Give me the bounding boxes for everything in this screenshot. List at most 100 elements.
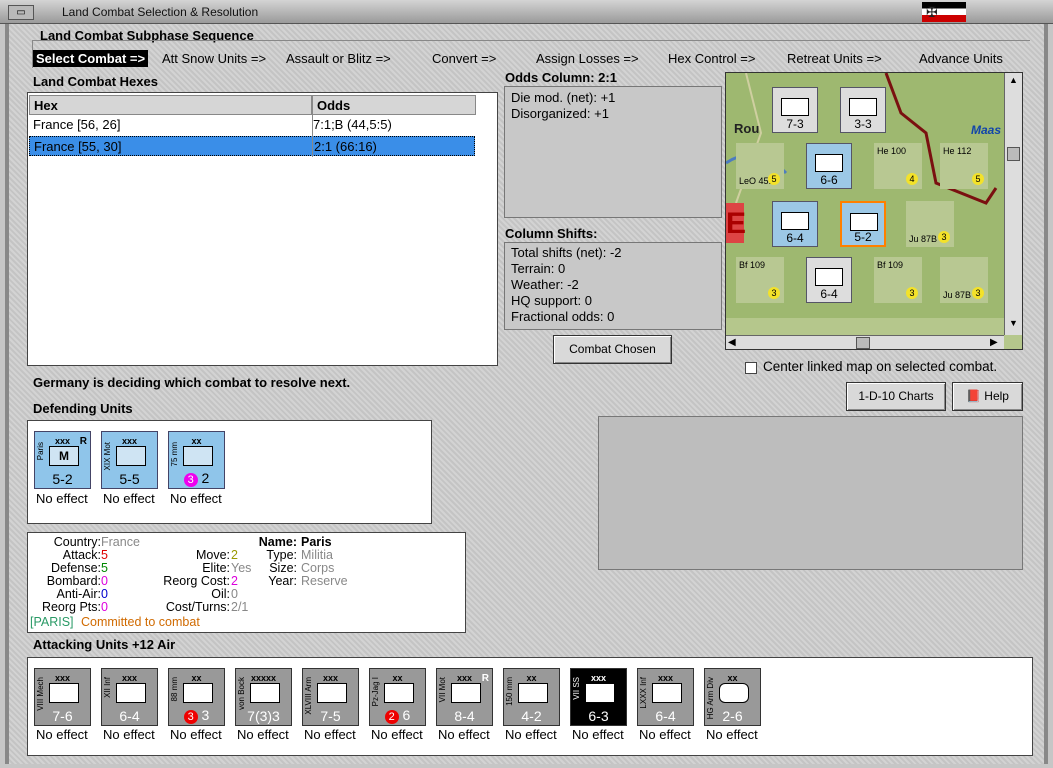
- combat-hexes-table[interactable]: Hex Odds France [56, 26] 7:1;B (44,5:5) …: [27, 92, 498, 366]
- unit-result: No effect: [237, 727, 289, 742]
- hexes-title: Land Combat Hexes: [33, 74, 158, 89]
- total-shifts-text: Total shifts (net): -2: [511, 245, 622, 260]
- scroll-thumb[interactable]: [856, 337, 870, 349]
- column-shifts-title: Column Shifts:: [505, 226, 598, 241]
- unit-result: No effect: [36, 491, 88, 506]
- map-unit[interactable]: 6-4: [806, 257, 852, 303]
- strength-badge: 3: [183, 710, 198, 724]
- attacking-unit[interactable]: VIII Mech xxx 7-6: [34, 668, 91, 726]
- attacking-unit[interactable]: LXXX Inf xxx 6-4: [637, 668, 694, 726]
- combat-result-panel: [598, 416, 1023, 570]
- book-icon: 📕: [966, 389, 981, 403]
- unit-tag: [PARIS]: [30, 615, 74, 629]
- seq-hex-control: Hex Control =>: [668, 51, 756, 66]
- die-mod-text: Die mod. (net): +1: [511, 90, 616, 105]
- map-air-unit[interactable]: Bf 109 3: [874, 257, 922, 303]
- odds-panel: Die mod. (net): +1 Disorganized: +1: [504, 86, 722, 218]
- seq-advance: Advance Units: [919, 51, 1003, 66]
- map-air-unit[interactable]: Ju 87B 3: [906, 201, 954, 247]
- title-bar: ▭ Land Combat Selection & Resolution ✠: [0, 0, 1053, 24]
- map-label-rou: Rou: [734, 121, 760, 136]
- odds-cell: 7:1;B (44,5:5): [313, 117, 392, 132]
- help-label: Help: [984, 389, 1009, 403]
- center-map-checkbox[interactable]: [745, 362, 757, 374]
- attacking-unit[interactable]: HG Arm Div xx 2-6: [704, 668, 761, 726]
- map-air-unit[interactable]: LeO 451 5: [736, 143, 784, 189]
- attacking-unit[interactable]: 88 mm xx 3 3: [168, 668, 225, 726]
- defending-unit[interactable]: Paris xxx R M 5-2: [34, 431, 91, 489]
- defending-unit[interactable]: 75 mm xx 3 2: [168, 431, 225, 489]
- map-unit[interactable]: 3-3: [840, 87, 886, 133]
- strength-badge: 3: [183, 473, 198, 487]
- attacking-unit[interactable]: VII SS xxx 6-3: [570, 668, 627, 726]
- table-row[interactable]: France [56, 26] 7:1;B (44,5:5): [29, 115, 475, 135]
- map-air-unit[interactable]: He 100 4: [874, 143, 922, 189]
- seq-assault: Assault or Blitz =>: [286, 51, 391, 66]
- hex-cell: France [56, 26]: [33, 117, 121, 132]
- unit-result: No effect: [304, 727, 356, 742]
- system-menu-button[interactable]: ▭: [8, 5, 34, 20]
- column-shifts-panel: Total shifts (net): -2 Terrain: 0 Weathe…: [504, 242, 722, 330]
- combat-chosen-button[interactable]: Combat Chosen: [553, 335, 672, 364]
- attacking-unit[interactable]: XLVIII Arm xxx 7-5: [302, 668, 359, 726]
- map-air-unit[interactable]: Bf 109 3: [736, 257, 784, 303]
- scroll-left-icon[interactable]: ◀: [728, 337, 736, 348]
- map-vertical-scrollbar[interactable]: ▲ ▼: [1004, 73, 1022, 335]
- column-header-hex[interactable]: Hex: [29, 95, 312, 115]
- unit-result: No effect: [639, 727, 691, 742]
- seq-select-combat[interactable]: Select Combat =>: [33, 50, 149, 67]
- attacking-title: Attacking Units +12 Air: [33, 637, 176, 652]
- seq-convert: Convert =>: [432, 51, 497, 66]
- attacking-unit[interactable]: VII Mot xxx R 8-4: [436, 668, 493, 726]
- unit-result: No effect: [170, 491, 222, 506]
- seq-att-snow: Att Snow Units =>: [162, 51, 267, 66]
- defending-title: Defending Units: [33, 401, 133, 416]
- map-air-unit[interactable]: Ju 87B 3: [940, 257, 988, 303]
- unit-result: No effect: [438, 727, 490, 742]
- unit-result: No effect: [170, 727, 222, 742]
- unit-result: No effect: [103, 727, 155, 742]
- german-flag-icon: ✠: [922, 2, 966, 22]
- terrain-text: Terrain: 0: [511, 261, 566, 276]
- attacking-unit[interactable]: von Bock xxxxx 7(3)3: [235, 668, 292, 726]
- attacking-unit[interactable]: XII Inf xxx 6-4: [101, 668, 158, 726]
- map-label-maas: Maas: [971, 123, 1002, 137]
- weather-text: Weather: -2: [511, 277, 579, 292]
- map-unit[interactable]: 7-3: [772, 87, 818, 133]
- scroll-thumb[interactable]: [1007, 147, 1020, 161]
- scroll-right-icon[interactable]: ▶: [990, 337, 998, 348]
- map-label-e: E: [726, 207, 747, 240]
- seq-retreat: Retreat Units =>: [787, 51, 882, 66]
- linked-map[interactable]: Rou Maas E 7-3 3-3 6-6 6-4 5-2 6-4 LeO 4…: [725, 72, 1023, 350]
- committed-text: Committed to combat: [81, 615, 200, 629]
- hq-support-text: HQ support: 0: [511, 293, 592, 308]
- map-unit-selected[interactable]: 5-2: [840, 201, 886, 247]
- disorganized-text: Disorganized: +1: [511, 106, 609, 121]
- column-header-odds[interactable]: Odds: [312, 95, 476, 115]
- strength-badge: 2: [384, 710, 399, 724]
- table-row-selected[interactable]: France [55, 30] 2:1 (66:16): [29, 136, 475, 156]
- unit-result: No effect: [706, 727, 758, 742]
- map-unit[interactable]: 6-4: [772, 201, 818, 247]
- window-title: Land Combat Selection & Resolution: [62, 5, 259, 19]
- scroll-down-icon[interactable]: ▼: [1007, 318, 1020, 331]
- unit-result: No effect: [36, 727, 88, 742]
- scroll-up-icon[interactable]: ▲: [1007, 75, 1020, 88]
- status-text: Germany is deciding which combat to reso…: [33, 375, 351, 390]
- map-unit[interactable]: 6-6: [806, 143, 852, 189]
- unit-result: No effect: [103, 491, 155, 506]
- unit-result: No effect: [572, 727, 624, 742]
- unit-result: No effect: [371, 727, 423, 742]
- odds-cell: 2:1 (66:16): [314, 139, 377, 154]
- charts-button[interactable]: 1-D-10 Charts: [846, 382, 946, 411]
- map-air-unit[interactable]: He 112 5: [940, 143, 988, 189]
- fractional-odds-text: Fractional odds: 0: [511, 309, 615, 324]
- unit-result: No effect: [505, 727, 557, 742]
- defending-unit[interactable]: XIX Mot xxx 5-5: [101, 431, 158, 489]
- seq-assign-losses: Assign Losses =>: [536, 51, 639, 66]
- map-horizontal-scrollbar[interactable]: ◀ ▶: [726, 335, 1004, 349]
- center-map-label: Center linked map on selected combat.: [763, 359, 998, 374]
- attacking-unit[interactable]: Pz-Jag Ixx 2 6: [369, 668, 426, 726]
- help-button[interactable]: 📕 Help: [952, 382, 1023, 411]
- attacking-unit[interactable]: 150 mm xx 4-2: [503, 668, 560, 726]
